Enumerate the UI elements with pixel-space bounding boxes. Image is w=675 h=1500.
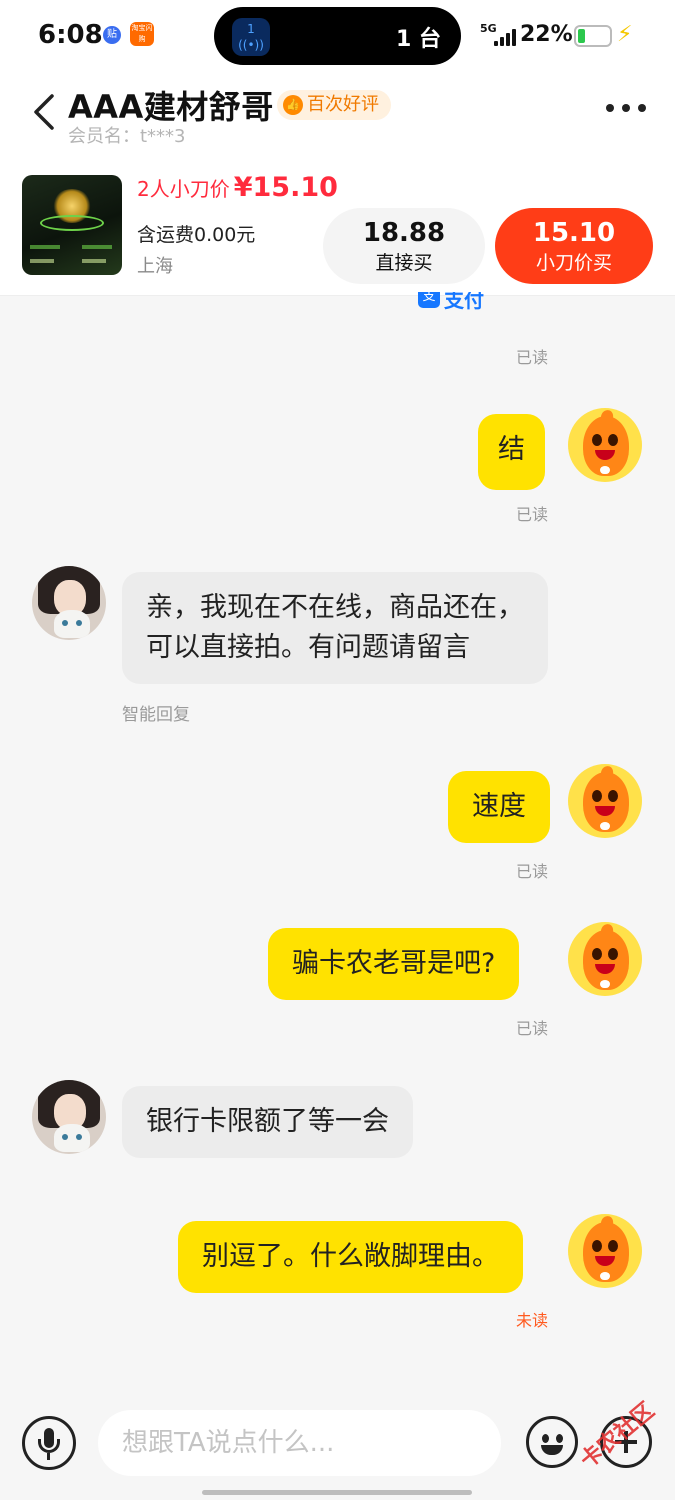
- battery-percent: 22%: [520, 22, 573, 47]
- seller-message-bubble[interactable]: 银行卡限额了等一会: [122, 1086, 413, 1158]
- chat-header: AAA建材舒哥 👍 百次好评 会员名：t***3: [0, 72, 675, 150]
- thumbs-up-icon: 👍: [283, 95, 303, 115]
- emoji-icon[interactable]: [526, 1416, 578, 1468]
- my-avatar[interactable]: [568, 922, 642, 996]
- home-indicator[interactable]: [202, 1490, 472, 1495]
- status-bar: 6:08 贴 淘宝闪购 1 ((•)) 1 台 5G 22% ⚡: [0, 0, 675, 72]
- rating-badge[interactable]: 👍 百次好评: [277, 90, 391, 120]
- deal-label: 2人小刀价: [137, 177, 230, 201]
- my-message-bubble[interactable]: 速度: [448, 771, 550, 843]
- battery-fill: [578, 29, 585, 43]
- auto-reply-note: 智能回复: [122, 705, 190, 725]
- read-receipt: 已读: [516, 862, 549, 881]
- buy-cut-price-button[interactable]: 15.10 小刀价买: [495, 208, 653, 284]
- my-message-bubble[interactable]: 别逗了。什么敞脚理由。: [178, 1221, 523, 1293]
- unread-receipt: 未读: [516, 1311, 549, 1330]
- island-count: 1 台: [396, 27, 441, 52]
- battery-icon: [574, 25, 612, 47]
- taobao-flash-app-icon: 淘宝闪购: [130, 22, 154, 46]
- signal-icon: [494, 26, 516, 46]
- read-receipt: 已读: [516, 505, 549, 524]
- back-icon[interactable]: [30, 92, 60, 132]
- my-avatar[interactable]: [568, 1214, 642, 1288]
- seller-location: 上海: [137, 256, 173, 277]
- notification-app-icon: 贴: [103, 26, 121, 44]
- my-message-bubble[interactable]: 结: [478, 414, 545, 490]
- shipping-fee: 含运费0.00元: [137, 224, 256, 246]
- cut-label: 小刀价买: [535, 252, 612, 274]
- deal-price: ¥15.10: [233, 172, 338, 203]
- direct-label: 直接买: [375, 252, 433, 274]
- seller-message-bubble[interactable]: 亲，我现在不在线，商品还在， 可以直接拍。有问题请留言: [122, 572, 548, 684]
- voice-input-icon[interactable]: [22, 1416, 76, 1470]
- deal-line: 2人小刀价 ¥15.10: [137, 172, 338, 203]
- alipay-card-partial[interactable]: 支 支付宝: [418, 292, 496, 316]
- message-line: 可以直接拍。有问题请留言: [146, 632, 470, 663]
- read-receipt: 已读: [516, 348, 549, 367]
- my-message-bubble[interactable]: 骗卡农老哥是吧?: [268, 928, 520, 1000]
- product-card: 2人小刀价 ¥15.10 含运费0.00元 上海 18.88 直接买 15.10 …: [0, 150, 675, 296]
- alipay-icon: 支: [418, 292, 440, 308]
- my-avatar[interactable]: [568, 408, 642, 482]
- nfc-label: 1: [247, 22, 255, 36]
- more-options-icon[interactable]: [606, 104, 646, 112]
- input-bar: [0, 1390, 675, 1500]
- buy-direct-button[interactable]: 18.88 直接买: [323, 208, 485, 284]
- status-time: 6:08: [38, 20, 103, 50]
- charging-icon: ⚡: [617, 22, 633, 47]
- dynamic-island[interactable]: 1 ((•)) 1 台: [214, 7, 461, 65]
- my-avatar[interactable]: [568, 764, 642, 838]
- nfc-icon: 1 ((•)): [232, 18, 270, 56]
- seller-avatar[interactable]: [32, 1080, 106, 1154]
- product-thumbnail[interactable]: [22, 175, 122, 275]
- read-receipt: 已读: [516, 1019, 549, 1038]
- message-input[interactable]: [98, 1410, 501, 1476]
- seller-avatar[interactable]: [32, 566, 106, 640]
- rating-badge-label: 百次好评: [307, 94, 379, 115]
- alipay-label: 支付宝: [444, 292, 484, 312]
- cut-price: 15.10: [532, 218, 616, 248]
- member-name: 会员名：t***3: [68, 126, 186, 147]
- message-line: 亲，我现在不在线，商品还在，: [146, 592, 524, 623]
- direct-price: 18.88: [362, 218, 446, 248]
